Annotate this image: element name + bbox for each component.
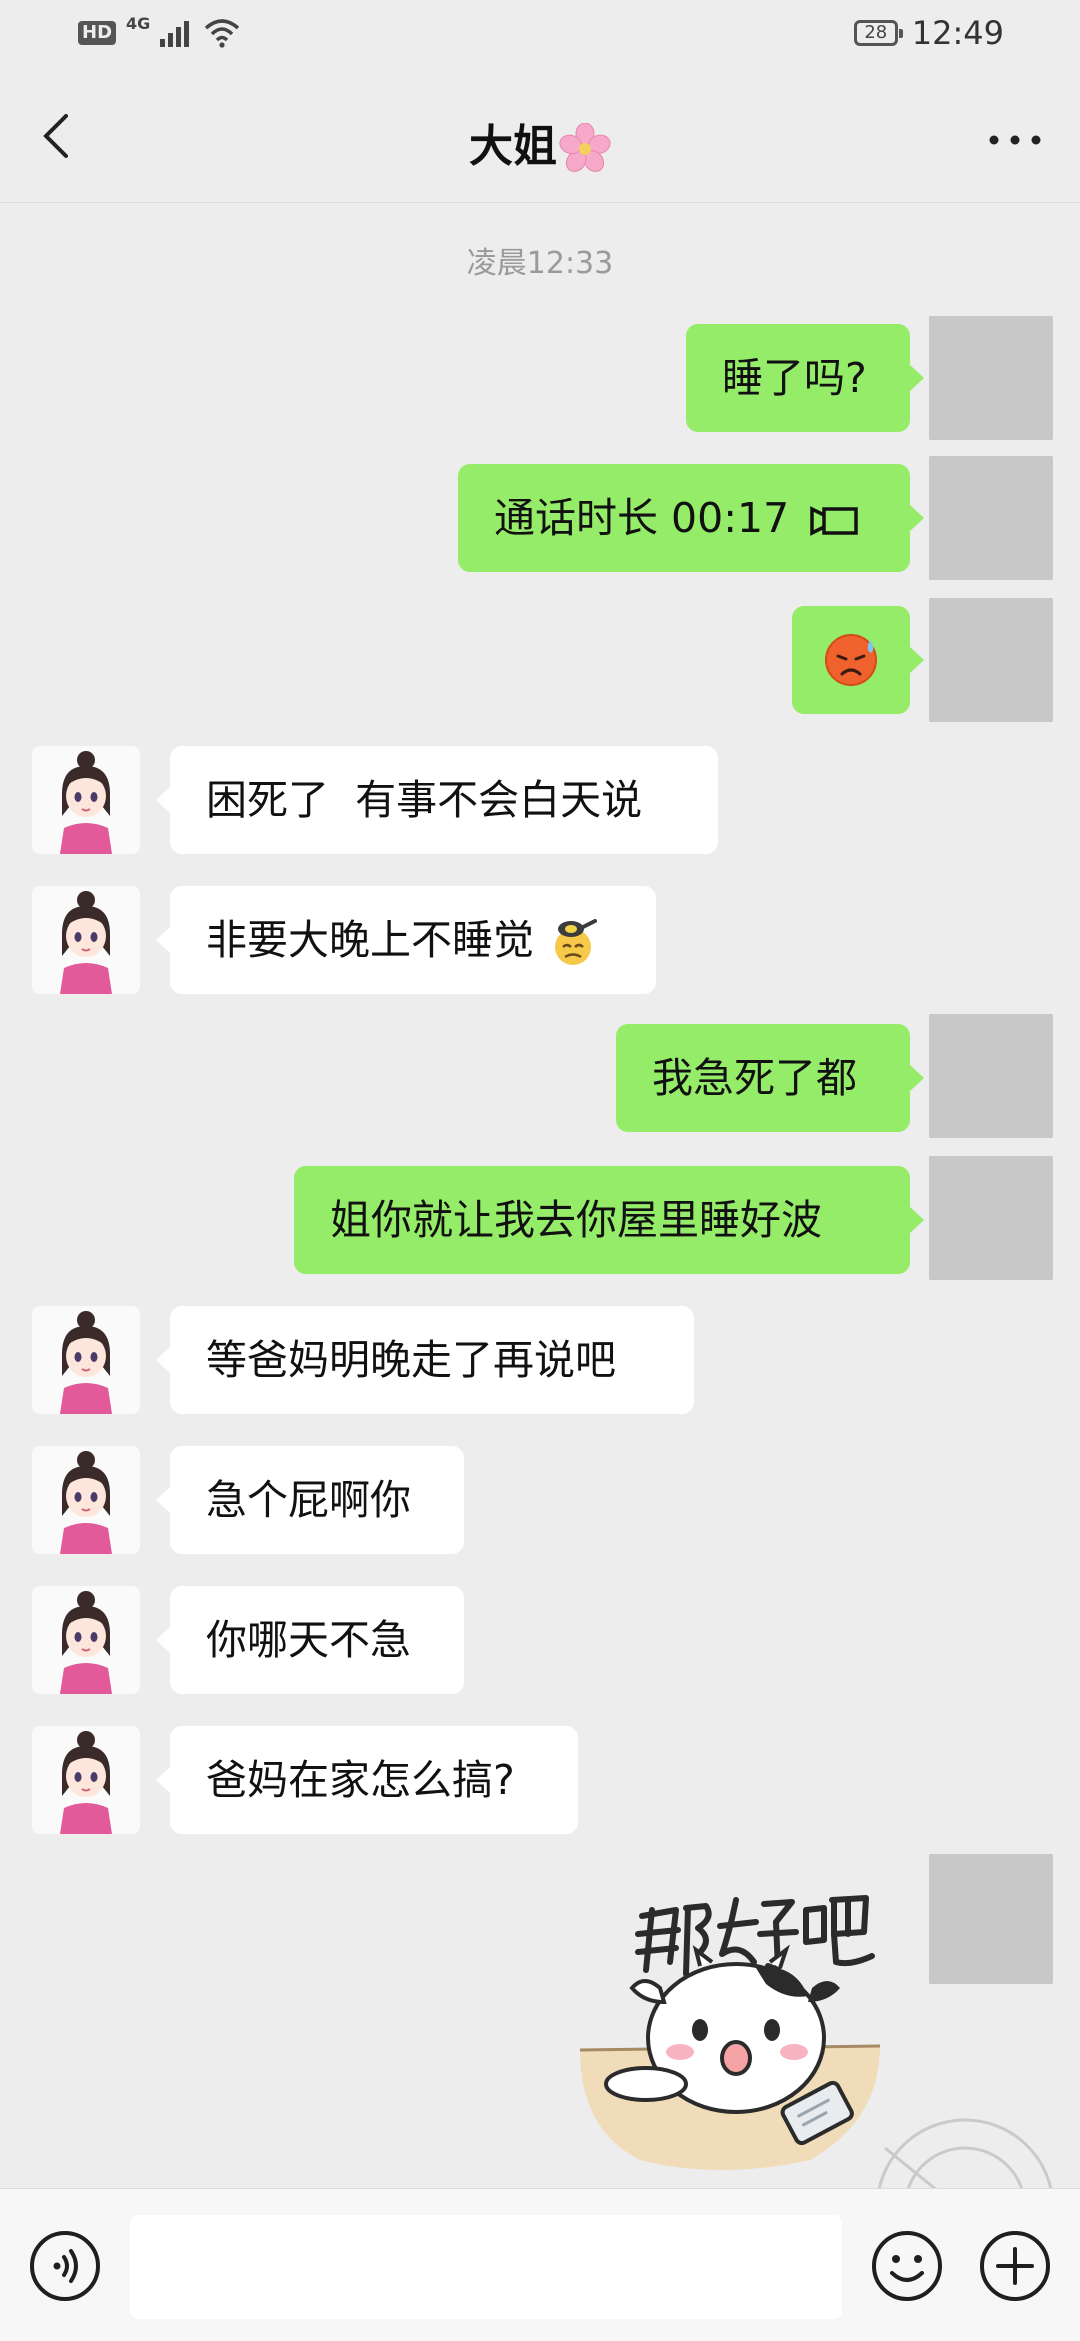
message-text: 困死了 有事不会白天说: [206, 776, 643, 824]
message-bubble-sent[interactable]: 睡了吗?: [686, 324, 924, 432]
network-type: 4G: [126, 13, 151, 33]
cherry-blossom-icon: [559, 123, 611, 172]
message-text: 爸妈在家怎么搞?: [206, 1756, 515, 1804]
message-input[interactable]: [130, 2215, 842, 2319]
message-text: 我急死了都: [652, 1054, 857, 1102]
hd-indicator: HD: [78, 21, 117, 45]
my-avatar[interactable]: [929, 316, 1053, 440]
message-bubble-received[interactable]: 急个屁啊你: [156, 1446, 464, 1554]
plus-icon: [980, 2231, 1050, 2301]
contact-avatar[interactable]: [32, 886, 140, 994]
signal-icon: [160, 21, 190, 47]
battery-indicator: 28: [853, 20, 903, 46]
message-text: 非要大晚上不睡觉: [206, 916, 534, 964]
chat-header: 大姐: [0, 72, 1080, 203]
my-avatar[interactable]: [929, 456, 1053, 580]
message-text: 急个屁啊你: [206, 1476, 411, 1524]
message-bubble-sent[interactable]: 姐你就让我去你屋里睡好波: [294, 1166, 924, 1274]
contact-name: 大姐: [469, 121, 557, 172]
cow-sticker[interactable]: [579, 1870, 920, 2180]
message-text: 你哪天不急: [206, 1616, 411, 1664]
more-dots-icon: [989, 135, 1041, 145]
message-bubble-received[interactable]: 你哪天不急: [156, 1586, 464, 1694]
contact-avatar[interactable]: [32, 1586, 140, 1694]
contact-avatar[interactable]: [32, 1446, 140, 1554]
frying-pan-emoji: [555, 919, 598, 965]
video-call-icon: [810, 506, 858, 536]
voice-input-button[interactable]: [28, 2229, 102, 2303]
message-bubble-received[interactable]: 爸妈在家怎么搞?: [156, 1726, 578, 1834]
more-functions-button[interactable]: [978, 2229, 1052, 2303]
battery-level: 28: [864, 22, 888, 43]
message-bubble-received[interactable]: 等爸妈明晚走了再说吧: [156, 1306, 694, 1414]
wifi-icon: [205, 19, 240, 48]
my-avatar[interactable]: [929, 1156, 1053, 1280]
message-bubble-received[interactable]: 困死了 有事不会白天说: [156, 746, 718, 854]
anime-girl-avatar-icon: [60, 891, 112, 994]
anime-girl-avatar-icon: [60, 1591, 112, 1694]
cow-sticker-image: [579, 1895, 881, 2170]
message-text: 睡了吗?: [722, 354, 867, 402]
message-text: 通话时长 00:17: [494, 494, 790, 542]
clock: 12:49: [911, 14, 1004, 52]
status-left: HD 4G: [78, 14, 240, 48]
tired-face-emoji: [825, 634, 877, 686]
emoji-bubble[interactable]: [792, 606, 924, 714]
message-timestamp: 凌晨12:33: [466, 246, 614, 281]
anime-girl-avatar-icon: [60, 1731, 112, 1834]
emoji-button[interactable]: [870, 2229, 944, 2303]
contact-avatar[interactable]: [32, 1726, 140, 1834]
status-right: 28 12:49: [853, 14, 1004, 52]
message-text: 姐你就让我去你屋里睡好波: [330, 1196, 822, 1244]
message-text: 等爸妈明晚走了再说吧: [206, 1336, 616, 1384]
contact-avatar[interactable]: [32, 746, 140, 854]
contact-avatar[interactable]: [32, 1306, 140, 1414]
page-title: 大姐: [0, 110, 1080, 175]
message-bubble-received[interactable]: 非要大晚上不睡觉: [156, 886, 656, 994]
more-options-button[interactable]: [980, 110, 1050, 170]
my-avatar[interactable]: [929, 1014, 1053, 1138]
my-avatar[interactable]: [929, 598, 1053, 722]
call-record-bubble[interactable]: 通话时长 00:17: [458, 464, 924, 572]
input-bar: [0, 2188, 1080, 2341]
anime-girl-avatar-icon: [60, 1311, 112, 1414]
smiley-icon: [872, 2231, 942, 2301]
anime-girl-avatar-icon: [60, 751, 112, 854]
message-bubble-sent[interactable]: 我急死了都: [616, 1024, 924, 1132]
anime-girl-avatar-icon: [60, 1451, 112, 1554]
voice-icon: [30, 2231, 100, 2301]
status-bar: HD 4G 28 12:49: [0, 0, 1080, 72]
my-avatar[interactable]: [929, 1854, 1053, 1984]
